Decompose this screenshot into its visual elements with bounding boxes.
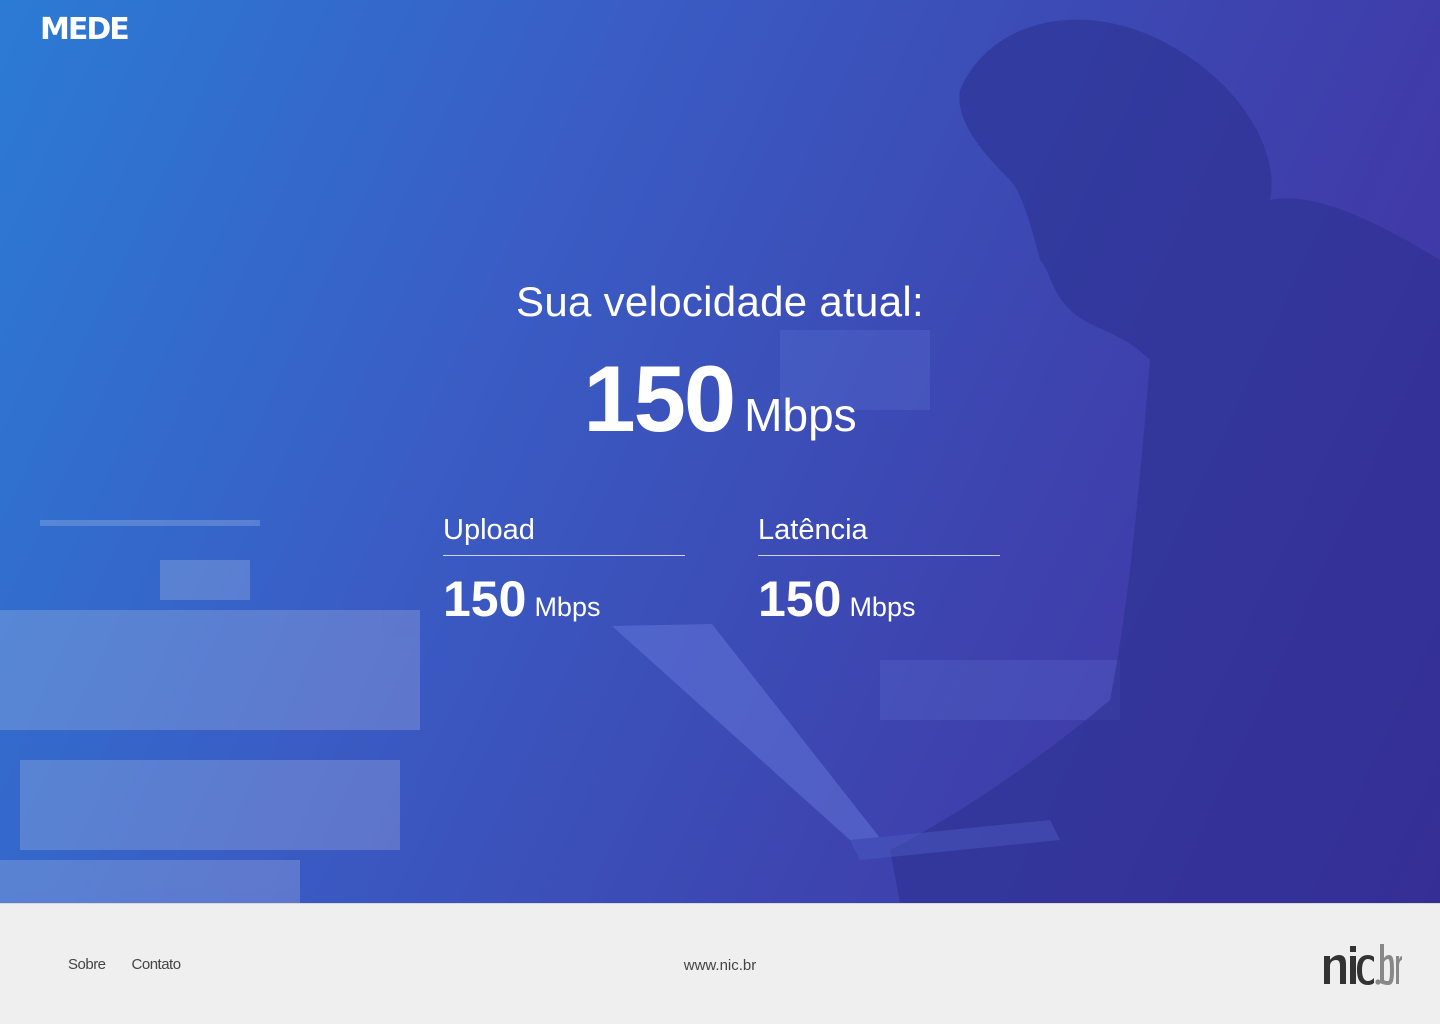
hero-background: MEDE Sua velocidade atual: 150 Mbps Uploa… — [0, 0, 1440, 903]
latency-unit: Mbps — [849, 592, 916, 622]
upload-label: Upload — [443, 514, 685, 556]
current-speed-display: 150 Mbps — [0, 345, 1440, 453]
mede-logo[interactable]: MEDE — [40, 12, 130, 47]
upload-value-row: 150 Mbps — [443, 570, 685, 628]
latency-value: 150 — [758, 571, 842, 627]
nic-br-logo[interactable] — [1322, 938, 1402, 988]
latency-label: Latência — [758, 514, 1000, 556]
latency-metric: Latência 150 Mbps — [758, 514, 1000, 628]
current-speed-label: Sua velocidade atual: — [516, 278, 924, 325]
current-speed-unit: Mbps — [744, 389, 857, 441]
current-speed-value: 150 — [583, 346, 736, 451]
upload-metric: Upload 150 Mbps — [443, 514, 685, 628]
footer: Sobre Contato www.nic.br — [0, 903, 1440, 1024]
upload-value: 150 — [443, 571, 527, 627]
footer-site-url[interactable]: www.nic.br — [0, 957, 1440, 974]
latency-value-row: 150 Mbps — [758, 570, 1000, 628]
upload-unit: Mbps — [534, 592, 601, 622]
